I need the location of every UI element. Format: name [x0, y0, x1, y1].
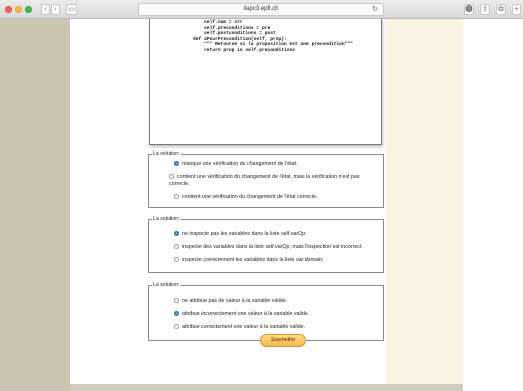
share-icon: ⇧: [482, 6, 488, 13]
option-emphasis: correctement: [201, 324, 233, 330]
browser-toolbar: ‹ › ▭ ilapc3.epfl.ch ↻ ⓿ ⇧ ⧉ +: [0, 0, 523, 19]
option-label: contient une vérification du changement …: [169, 174, 360, 187]
solution-option[interactable]: attribue incorrectement une valeur à la …: [174, 311, 396, 318]
radio-button[interactable]: [174, 244, 179, 249]
downloads-button[interactable]: ⓿: [464, 4, 474, 15]
tabs-icon: ⧉: [498, 6, 504, 13]
exercise-content: self.nom = str self.preconditions = pre …: [145, 19, 386, 384]
option-label-suffix: une valeur à la variable valide.: [236, 311, 310, 317]
option-label: attribue: [182, 311, 202, 317]
option-label: inspecte correctement les variables dans…: [182, 257, 296, 263]
solution-option[interactable]: manque une vérification du changement de…: [174, 161, 396, 168]
option-emphasis: incorrectement: [201, 311, 237, 317]
option-label: inspecte des variables dans la liste: [182, 244, 266, 250]
solution-group-2: La solution: ne inspecte pas les variabl…: [148, 216, 384, 273]
solution-option[interactable]: attribue correctement une valeur à la va…: [174, 324, 396, 331]
solution-option[interactable]: ne inspecte pas les variables dans la li…: [174, 231, 396, 238]
sidebar-toggle-button[interactable]: ▭: [66, 4, 77, 15]
option-label: contient une vérification du changement …: [182, 194, 318, 200]
address-bar[interactable]: ilapc3.epfl.ch ↻: [138, 3, 384, 16]
radio-button-checked[interactable]: [174, 161, 179, 166]
solution-option[interactable]: inspecte correctement les variables dans…: [174, 257, 396, 264]
radio-button[interactable]: [174, 298, 179, 303]
left-sidebar: [0, 19, 70, 391]
reload-icon[interactable]: ↻: [372, 5, 378, 13]
tabs-overview-button[interactable]: ⧉: [496, 4, 506, 15]
radio-button[interactable]: [174, 257, 179, 262]
forward-button[interactable]: ›: [51, 4, 60, 15]
zoom-window-button[interactable]: [25, 6, 32, 13]
solution-group-3: La solution: ne attribue pas de valeur à…: [148, 282, 384, 341]
option-emphasis: self.varOp: [265, 244, 290, 250]
right-sidebar: [386, 19, 463, 391]
download-icon: ⓿: [465, 6, 473, 13]
footer-strip: [70, 384, 463, 391]
code-listing: self.nom = str self.preconditions = pre …: [149, 19, 382, 145]
code-line: return prop in self.preconditions: [182, 47, 296, 53]
new-tab-button[interactable]: +: [512, 4, 521, 15]
option-label: ne inspecte pas les variables dans la li…: [182, 231, 281, 237]
back-button[interactable]: ‹: [41, 4, 50, 15]
radio-button[interactable]: [174, 194, 179, 199]
option-label: ne attribue pas de valeur à la variable …: [182, 298, 288, 304]
option-label-suffix: .: [321, 257, 324, 263]
page-margin-right: [463, 19, 523, 391]
option-emphasis: var.domain: [295, 257, 322, 263]
solution-option[interactable]: contient une vérification du changement …: [169, 174, 379, 187]
option-label: manque une vérification du changement de…: [182, 161, 298, 167]
radio-button[interactable]: [174, 324, 179, 329]
option-emphasis: self.varOp: [280, 231, 306, 237]
submit-button[interactable]: Soumettre: [260, 334, 306, 347]
option-label-suffix: .: [305, 231, 307, 237]
sidebar-icon: ▭: [68, 6, 75, 13]
minimize-window-button[interactable]: [15, 6, 22, 13]
solution-group-1: La solution: manque une vérification du …: [148, 151, 384, 208]
solution-option[interactable]: contient une vérification du changement …: [174, 194, 396, 201]
close-window-button[interactable]: [5, 6, 12, 13]
solution-legend: La solution:: [152, 151, 181, 157]
radio-button[interactable]: [169, 174, 174, 179]
plus-icon: +: [514, 6, 519, 13]
address-url: ilapc3.epfl.ch: [243, 6, 279, 12]
radio-button-checked[interactable]: [174, 231, 179, 236]
solution-legend: La solution:: [152, 216, 181, 222]
forward-icon: ›: [54, 6, 57, 13]
solution-option[interactable]: ne attribue pas de valeur à la variable …: [174, 298, 396, 305]
option-label-suffix: une valeur à la variable valide.: [232, 324, 306, 330]
radio-button-checked[interactable]: [174, 311, 179, 316]
share-button[interactable]: ⇧: [480, 4, 490, 15]
solution-option[interactable]: inspecte des variables dans la liste sel…: [174, 244, 396, 251]
solution-legend: La solution:: [152, 282, 181, 288]
option-label: attribue: [182, 324, 202, 330]
back-icon: ‹: [44, 6, 47, 13]
option-label-suffix: , mais l'inspection est incorrect.: [289, 244, 363, 250]
